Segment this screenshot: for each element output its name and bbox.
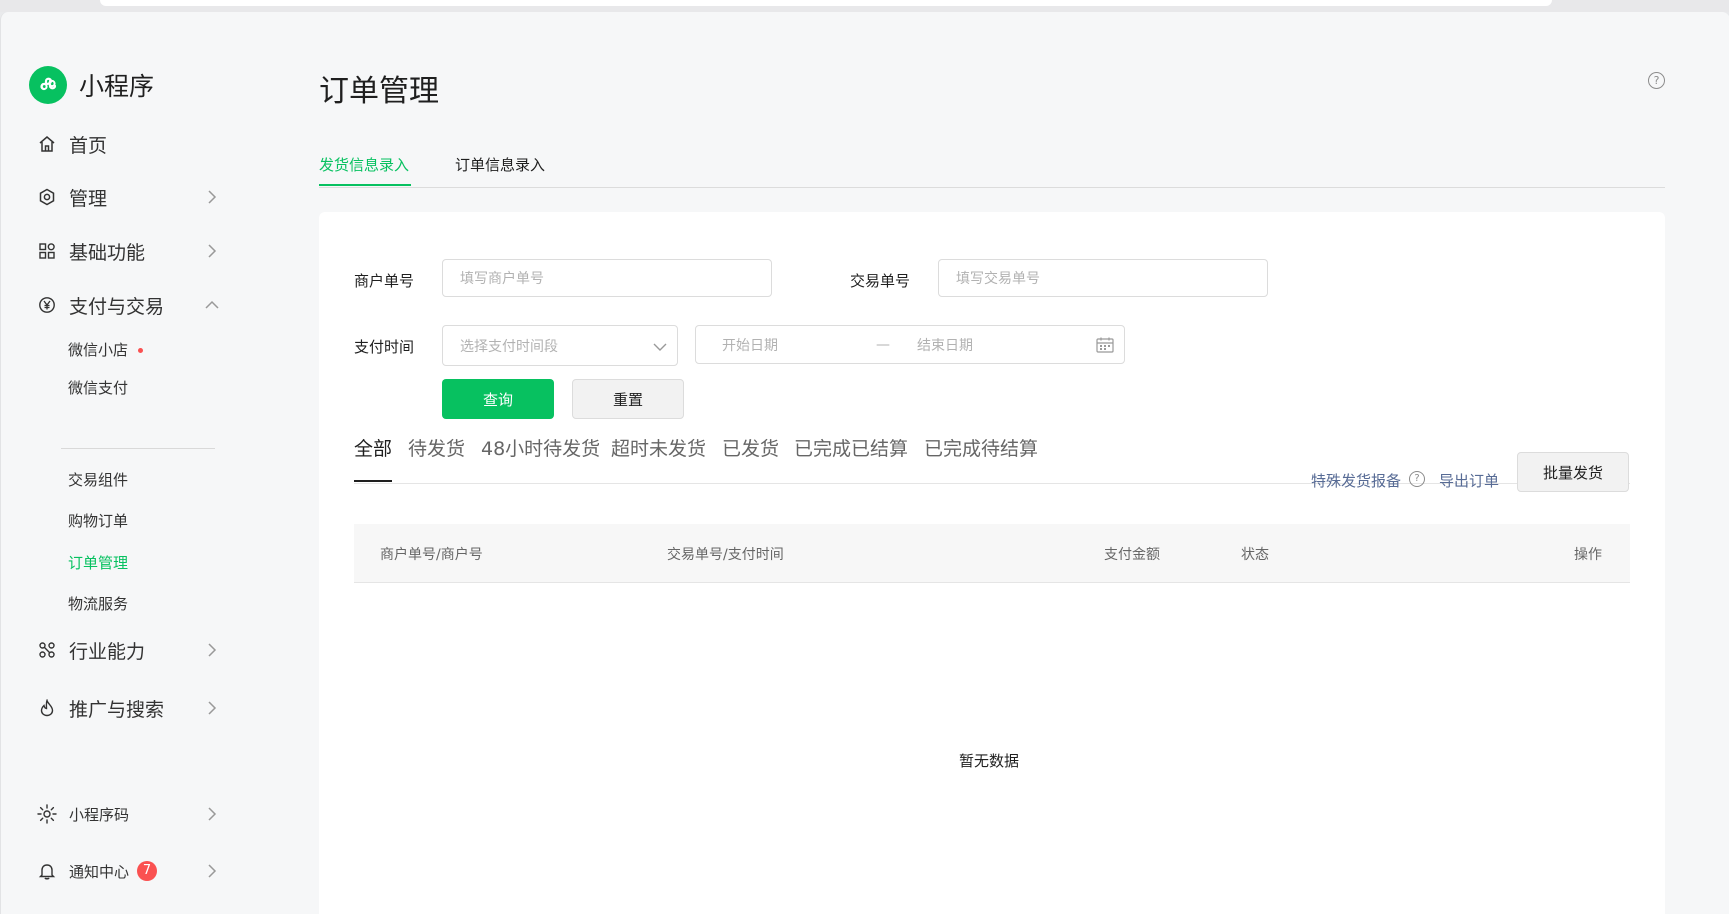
column-header: 支付金额: [1104, 547, 1160, 563]
date-range-picker[interactable]: 开始日期 — 结束日期: [695, 325, 1125, 364]
sidebar: 小程序 首页 管理 基础功能 支付与交易 微信小店 微信支付 交易组件 购物订单…: [1, 12, 263, 914]
sidebar-item-label: 通知中心: [69, 862, 130, 881]
sidebar-subitem-trade-component[interactable]: 交易组件: [68, 468, 128, 492]
sidebar-subitem-logistics[interactable]: 物流服务: [68, 592, 128, 616]
filter-tab-all[interactable]: 全部: [354, 434, 392, 461]
column-header: 状态: [1241, 547, 1269, 563]
home-icon: [37, 134, 57, 154]
sidebar-subitem-label: 微信小店: [68, 341, 129, 359]
empty-state-text: 暂无数据: [959, 752, 1020, 770]
notification-count-badge: 7: [137, 861, 158, 881]
merchant-no-label: 商户单号: [354, 272, 415, 290]
chevron-right-icon: [203, 242, 221, 260]
sidebar-subitem-weixin-shop[interactable]: 微信小店: [68, 338, 144, 362]
pay-time-select-value: 选择支付时间段: [460, 338, 558, 355]
sidebar-item-label: 小程序码: [69, 805, 130, 824]
merchant-no-input[interactable]: 填写商户单号: [442, 259, 772, 297]
sidebar-subitem-label: 微信支付: [68, 379, 129, 397]
miniprogram-logo-icon: [29, 66, 67, 104]
sidebar-item-basic[interactable]: 基础功能: [37, 233, 221, 269]
sidebar-item-notifications[interactable]: 通知中心 7: [37, 853, 221, 889]
sidebar-subitem-order-management[interactable]: 订单管理: [68, 551, 128, 575]
browser-chrome: [0, 0, 1729, 12]
filter-tab-shipped[interactable]: 已发货: [722, 434, 779, 461]
sidebar-subitem-weixin-pay[interactable]: 微信支付: [68, 376, 128, 400]
column-header: 交易单号/支付时间: [667, 547, 784, 563]
sidebar-item-label: 基础功能: [69, 241, 146, 264]
help-icon[interactable]: ?: [1409, 471, 1425, 487]
start-date-input[interactable]: 开始日期: [722, 335, 778, 355]
filter-tab-unsettled[interactable]: 已完成待结算: [924, 434, 1038, 461]
bell-icon: [37, 861, 57, 881]
sidebar-item-label: 行业能力: [69, 640, 146, 663]
sidebar-item-home[interactable]: 首页: [37, 126, 221, 162]
batch-ship-button[interactable]: 批量发货: [1517, 452, 1629, 492]
new-dot: [138, 348, 144, 353]
industry-icon: [37, 640, 57, 660]
chevron-right-icon: [203, 188, 221, 206]
column-header: 操作: [1574, 547, 1602, 563]
sidebar-item-label: 支付与交易: [69, 295, 165, 318]
app-logo[interactable]: 小程序: [29, 66, 154, 104]
chevron-right-icon: [203, 641, 221, 659]
calendar-icon: [1096, 337, 1114, 357]
address-bar[interactable]: [100, 0, 1552, 6]
sidebar-subitem-shopping-orders[interactable]: 购物订单: [68, 509, 128, 533]
date-range-separator: —: [876, 336, 890, 353]
filter-tab-pending[interactable]: 待发货: [408, 434, 465, 461]
page-tabs: 发货信息录入 订单信息录入: [319, 142, 1665, 188]
active-tab-indicator: [319, 184, 411, 186]
sidebar-item-manage[interactable]: 管理: [37, 179, 221, 215]
export-orders-link[interactable]: 导出订单: [1439, 470, 1499, 491]
sidebar-item-qrcode[interactable]: 小程序码: [37, 796, 221, 832]
sidebar-subitem-label: 订单管理: [68, 554, 129, 572]
sidebar-subitem-label: 物流服务: [68, 595, 129, 613]
app-window: 小程序 首页 管理 基础功能 支付与交易 微信小店 微信支付 交易组件 购物订单…: [0, 12, 1729, 914]
sidebar-item-label: 管理: [69, 187, 108, 210]
flame-icon: [37, 698, 57, 718]
pay-time-select[interactable]: 选择支付时间段: [442, 325, 678, 366]
reset-button[interactable]: 重置: [572, 379, 684, 419]
active-filter-indicator: [354, 480, 392, 482]
settings-hex-icon: [37, 187, 57, 207]
chevron-right-icon: [203, 805, 221, 823]
sidebar-scroll-fade: [37, 758, 257, 772]
query-button[interactable]: 查询: [442, 379, 554, 419]
page-title: 订单管理: [319, 74, 439, 109]
tab-shipping-entry[interactable]: 发货信息录入: [319, 154, 409, 175]
app-name: 小程序: [79, 72, 155, 101]
sidebar-subitem-label: 购物订单: [68, 512, 129, 530]
filter-tab-48h[interactable]: 48小时待发货: [481, 434, 600, 461]
sidebar-item-industry[interactable]: 行业能力: [37, 632, 221, 668]
sidebar-divider: [61, 448, 215, 449]
sidebar-item-label: 推广与搜索: [69, 698, 165, 721]
table-header: 商户单号/商户号 交易单号/支付时间 支付金额 状态 操作: [354, 524, 1630, 583]
end-date-input[interactable]: 结束日期: [917, 335, 973, 355]
filter-tab-settled[interactable]: 已完成已结算: [794, 434, 908, 461]
chevron-right-icon: [203, 862, 221, 880]
sidebar-item-payment[interactable]: 支付与交易: [37, 287, 221, 323]
trade-no-input[interactable]: 填写交易单号: [938, 259, 1268, 297]
chevron-up-icon: [203, 296, 221, 314]
order-panel: 商户单号 填写商户单号 交易单号 填写交易单号 支付时间 选择支付时间段 开始日…: [319, 212, 1665, 914]
filter-tab-overdue[interactable]: 超时未发货: [611, 434, 706, 461]
chevron-down-icon: [653, 340, 667, 356]
special-shipping-report-link[interactable]: 特殊发货报备: [1311, 470, 1401, 491]
yuan-circle-icon: [37, 295, 57, 315]
trade-no-label: 交易单号: [850, 272, 911, 290]
grid-icon: [37, 241, 57, 261]
column-header: 商户单号/商户号: [380, 547, 483, 563]
tab-order-entry[interactable]: 订单信息录入: [455, 154, 545, 175]
pay-time-label: 支付时间: [354, 338, 415, 356]
chevron-right-icon: [203, 699, 221, 717]
sidebar-item-promotion[interactable]: 推广与搜索: [37, 690, 221, 726]
help-icon[interactable]: ?: [1648, 72, 1665, 89]
sidebar-subitem-label: 交易组件: [68, 471, 129, 489]
sidebar-item-label: 首页: [69, 134, 108, 157]
qrcode-sun-icon: [37, 804, 57, 824]
